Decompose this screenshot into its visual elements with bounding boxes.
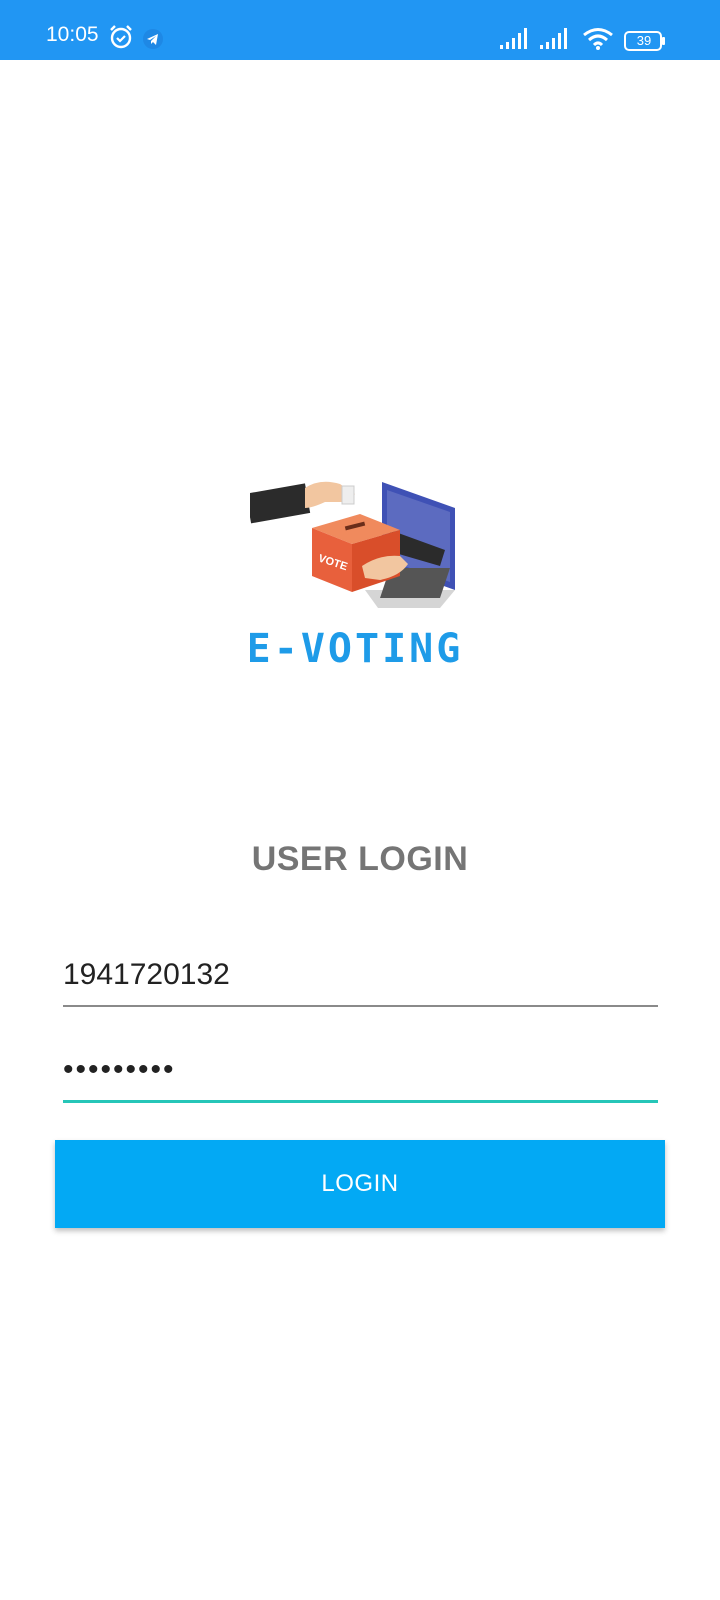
signal-icon (540, 28, 567, 49)
logo-text: E-VOTING (250, 626, 460, 672)
login-button[interactable]: LOGIN (55, 1140, 665, 1228)
username-field[interactable] (63, 945, 658, 1007)
alarm-icon (110, 25, 132, 49)
e-voting-logo: VOTE E-VOTING (250, 481, 460, 672)
password-field[interactable] (63, 1040, 658, 1103)
telegram-icon (143, 29, 163, 49)
status-bar: 10:05 39 (0, 0, 720, 60)
username-input[interactable] (63, 945, 658, 1005)
signal-icon (500, 28, 527, 49)
password-input[interactable] (63, 1040, 658, 1100)
status-time: 10:05 (46, 23, 99, 46)
battery-level: 39 (636, 33, 652, 48)
wifi-icon (583, 28, 613, 50)
page-title: USER LOGIN (251, 840, 469, 878)
